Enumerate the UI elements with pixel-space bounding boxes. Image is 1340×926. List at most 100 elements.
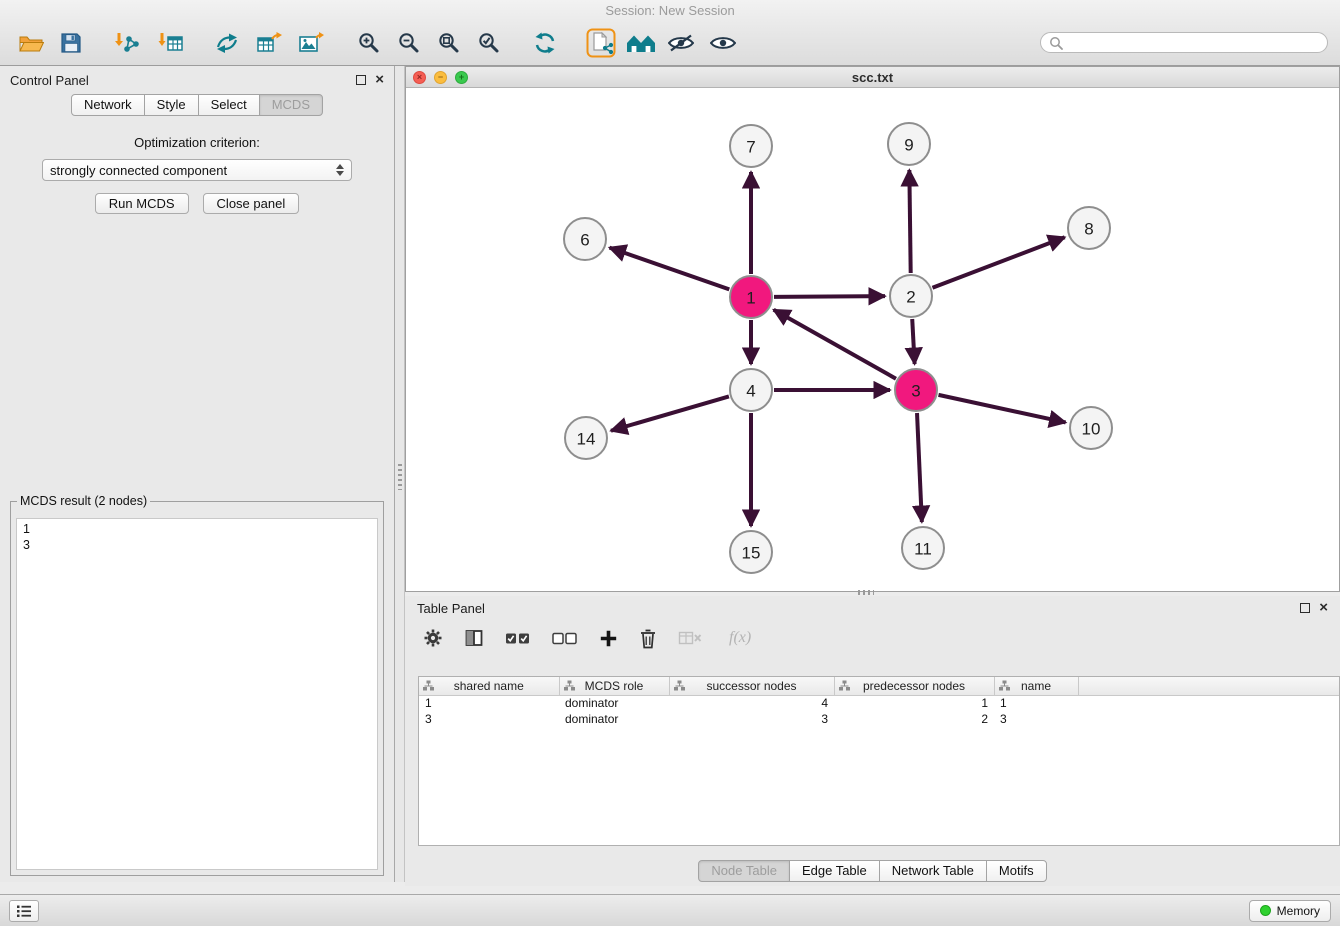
tab-select[interactable]: Select (198, 94, 260, 116)
graph-edge-2-3[interactable] (912, 319, 914, 364)
console-button[interactable] (9, 900, 39, 922)
zoom-selected-button[interactable] (472, 26, 506, 60)
horizontal-splitter-grip[interactable] (858, 590, 874, 595)
graph-edge-3-1[interactable] (774, 310, 896, 379)
zoom-selected-icon (477, 31, 501, 55)
graph-node-4[interactable]: 4 (730, 369, 772, 411)
export-network-button[interactable] (210, 26, 244, 60)
graph-edge-3-11[interactable] (917, 413, 922, 522)
graph-node-11[interactable]: 11 (902, 527, 944, 569)
refresh-button[interactable] (528, 26, 562, 60)
graph-node-6[interactable]: 6 (564, 218, 606, 260)
table-cell[interactable]: 1 (994, 695, 1078, 711)
table-delete-icon (678, 630, 702, 646)
graph-node-label: 6 (580, 231, 589, 250)
graph-node-9[interactable]: 9 (888, 123, 930, 165)
vertical-splitter[interactable] (395, 66, 405, 882)
show-columns-button[interactable] (464, 629, 484, 647)
table-settings-button[interactable] (423, 628, 443, 648)
search-input[interactable] (1068, 35, 1319, 51)
splitter-grip-icon[interactable] (398, 464, 402, 490)
open-session-button[interactable] (14, 26, 48, 60)
table-cell[interactable]: dominator (559, 695, 669, 711)
close-table-panel-button[interactable]: × (1319, 603, 1328, 613)
table-cell[interactable]: 1 (834, 695, 994, 711)
graph-edge-1-6[interactable] (610, 248, 730, 290)
table-cell[interactable]: dominator (559, 711, 669, 727)
table-row[interactable]: 1dominator411 (419, 695, 1339, 711)
import-table-button[interactable] (154, 26, 188, 60)
import-table-icon (158, 31, 184, 55)
graph-node-3[interactable]: 3 (895, 369, 937, 411)
table-cell[interactable]: 3 (419, 711, 559, 727)
delete-table-button[interactable] (678, 630, 702, 646)
run-mcds-button[interactable]: Run MCDS (95, 193, 189, 214)
create-column-button[interactable] (599, 629, 618, 648)
mcds-result-list[interactable]: 1 3 (16, 518, 378, 870)
graph-edge-4-14[interactable] (611, 396, 729, 430)
function-builder-button[interactable]: f(x) (723, 628, 757, 648)
delete-columns-button[interactable] (639, 628, 657, 649)
table-row[interactable]: 3dominator323 (419, 711, 1339, 727)
graph-node-8[interactable]: 8 (1068, 207, 1110, 249)
select-all-columns-button[interactable] (505, 632, 531, 645)
column-header-predecessor-nodes[interactable]: predecessor nodes (834, 677, 994, 695)
float-panel-button[interactable] (356, 75, 366, 85)
hide-graphics-details-button[interactable] (664, 26, 698, 60)
maximize-window-button[interactable]: + (455, 71, 468, 84)
optimization-criterion-select[interactable]: strongly connected component (42, 159, 352, 181)
graph-node-1[interactable]: 1 (730, 276, 772, 318)
export-table-button[interactable] (252, 26, 286, 60)
table-cell[interactable]: 3 (994, 711, 1078, 727)
tab-edge-table[interactable]: Edge Table (789, 860, 880, 882)
graph-node-2[interactable]: 2 (890, 275, 932, 317)
graph-edge-1-2[interactable] (774, 296, 885, 297)
graph-node-label: 1 (746, 289, 755, 308)
graph-node-15[interactable]: 15 (730, 531, 772, 573)
graph-edge-3-10[interactable] (938, 395, 1065, 423)
tab-motifs[interactable]: Motifs (986, 860, 1047, 882)
graph-node-7[interactable]: 7 (730, 125, 772, 167)
column-type-icon (999, 680, 1010, 691)
table-cell[interactable]: 3 (669, 711, 834, 727)
minimize-window-button[interactable]: − (434, 71, 447, 84)
save-disk-icon (60, 32, 82, 54)
memory-label: Memory (1277, 904, 1320, 918)
close-panel-action-button[interactable]: Close panel (203, 193, 300, 214)
graph-node-10[interactable]: 10 (1070, 407, 1112, 449)
close-window-button[interactable]: × (413, 71, 426, 84)
tab-node-table[interactable]: Node Table (698, 860, 790, 882)
window-titlebar[interactable]: Session: New Session (0, 0, 1340, 21)
tab-network[interactable]: Network (71, 94, 145, 116)
graph-node-14[interactable]: 14 (565, 417, 607, 459)
table-cell[interactable]: 1 (419, 695, 559, 711)
import-network-button[interactable] (110, 26, 144, 60)
memory-button[interactable]: Memory (1249, 900, 1331, 922)
network-graph-svg[interactable]: 7 9 6 8 1 2 4 3 14 10 15 11 (406, 88, 1339, 591)
column-header-shared-name[interactable]: shared name (419, 677, 559, 695)
table-cell[interactable]: 2 (834, 711, 994, 727)
close-panel-button[interactable]: × (375, 75, 384, 85)
column-header-name[interactable]: name (994, 677, 1078, 695)
zoom-out-button[interactable] (392, 26, 426, 60)
table-cell[interactable]: 4 (669, 695, 834, 711)
graph-edge-2-9[interactable] (909, 170, 910, 273)
show-graphics-details-button[interactable] (706, 26, 740, 60)
save-session-button[interactable] (54, 26, 88, 60)
tab-mcds[interactable]: MCDS (259, 94, 323, 116)
refresh-icon (533, 31, 557, 55)
tab-style[interactable]: Style (144, 94, 199, 116)
graph-edge-2-8[interactable] (932, 237, 1064, 288)
float-table-panel-button[interactable] (1300, 603, 1310, 613)
zoom-fit-button[interactable] (432, 26, 466, 60)
unselect-all-columns-button[interactable] (552, 632, 578, 645)
column-header-mcds-role[interactable]: MCDS role (559, 677, 669, 695)
zoom-in-button[interactable] (352, 26, 386, 60)
document-share-button[interactable] (584, 26, 618, 60)
column-header-successor-nodes[interactable]: successor nodes (669, 677, 834, 695)
network-window-titlebar[interactable]: scc.txt × − + (406, 67, 1339, 88)
search-field[interactable] (1040, 32, 1328, 53)
double-home-button[interactable] (624, 26, 658, 60)
tab-network-table[interactable]: Network Table (879, 860, 987, 882)
export-image-button[interactable] (294, 26, 328, 60)
